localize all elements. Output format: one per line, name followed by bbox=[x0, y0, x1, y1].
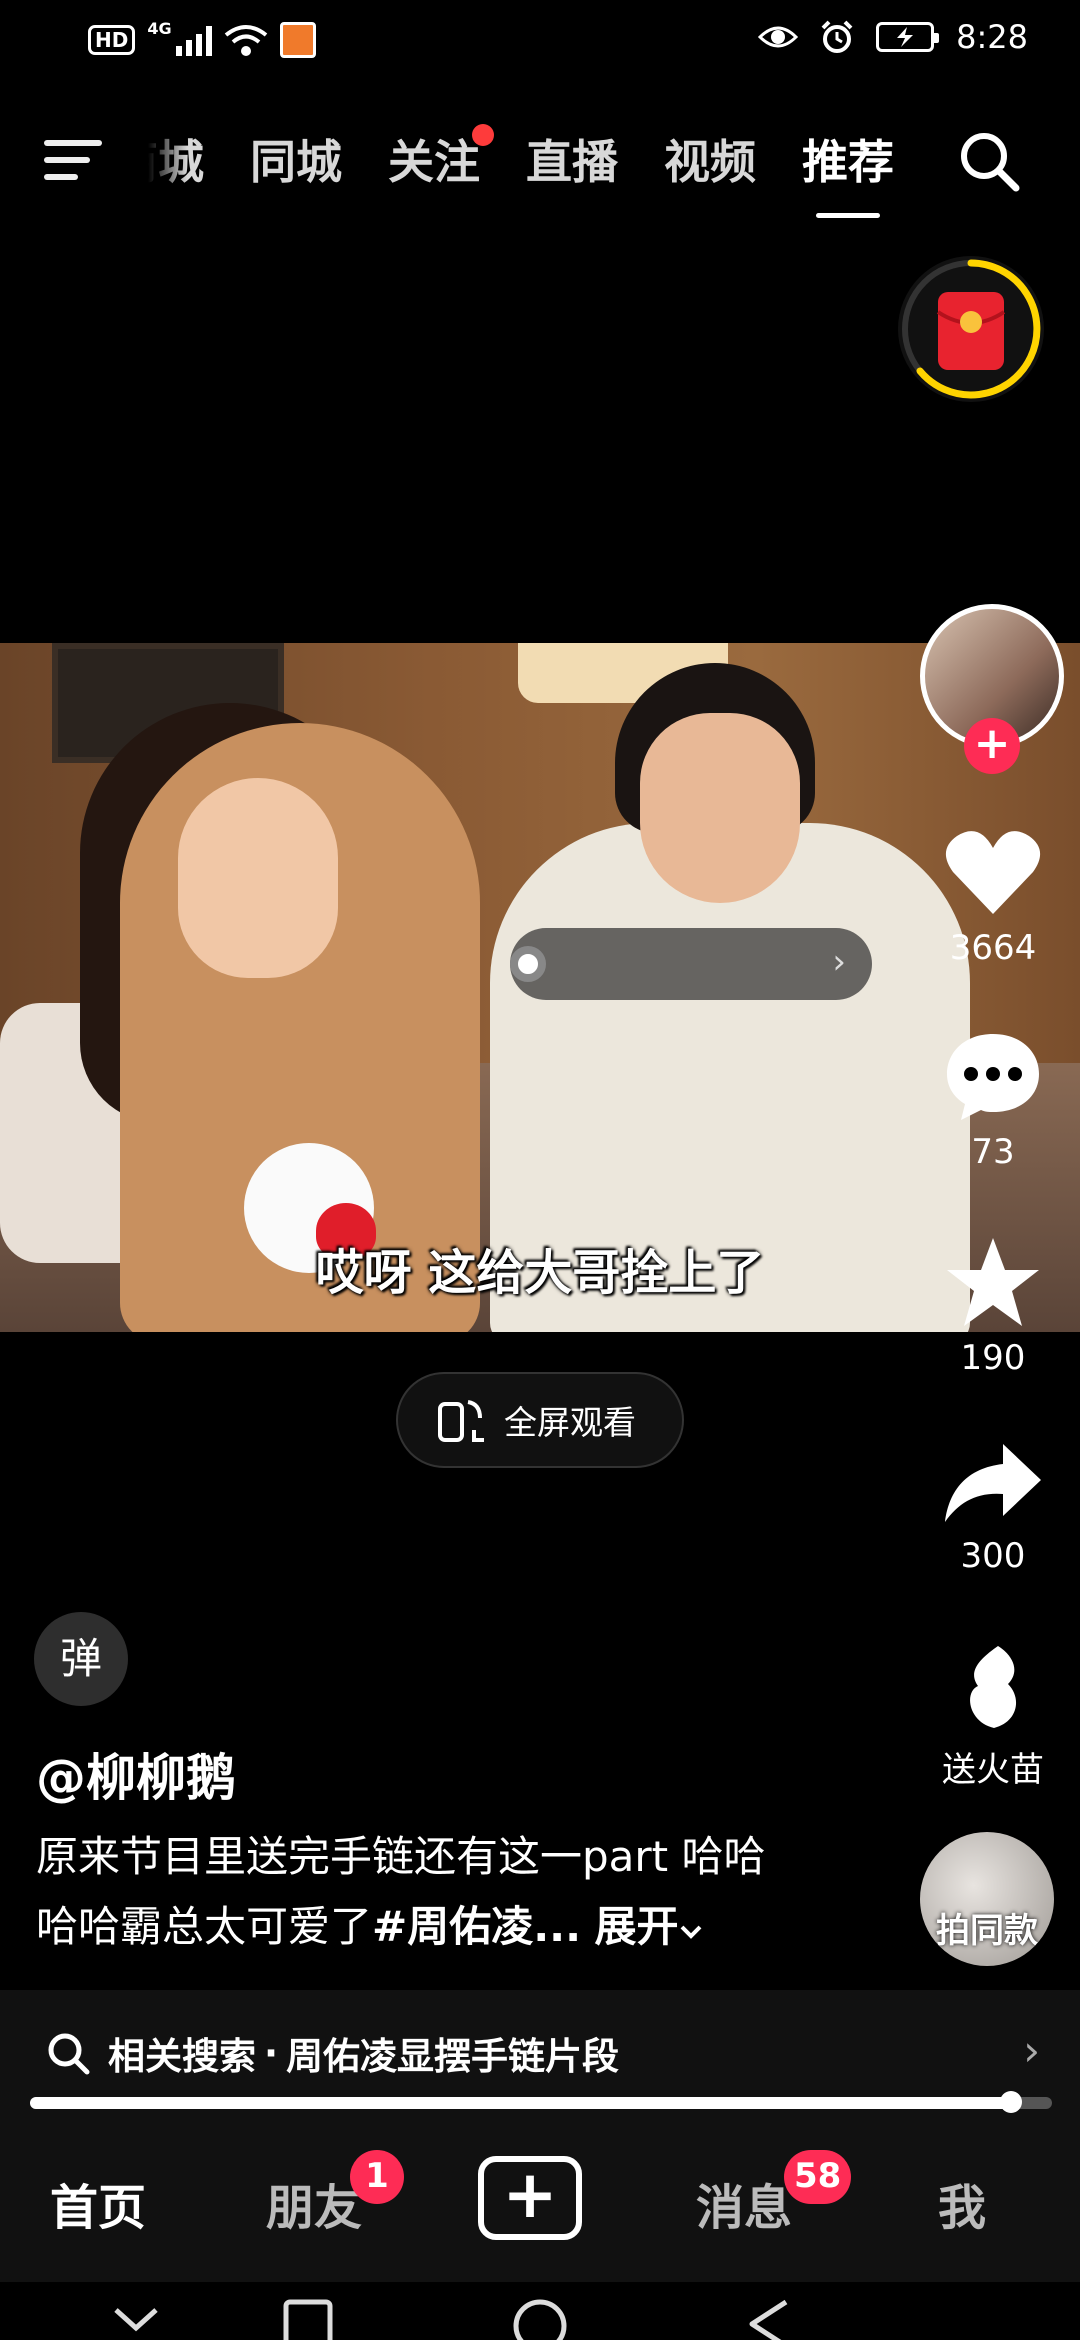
fullscreen-button[interactable]: 全屏观看 bbox=[396, 1372, 684, 1468]
comment-icon bbox=[947, 1034, 1039, 1120]
friends-badge: 1 bbox=[350, 2150, 404, 2204]
tab-live[interactable]: 直播 bbox=[526, 126, 618, 192]
messages-badge: 58 bbox=[784, 2150, 852, 2204]
related-search-separator: · bbox=[264, 2031, 279, 2075]
man-face bbox=[640, 713, 800, 903]
create-post-button[interactable]: + bbox=[478, 2156, 582, 2240]
feed-tabs: 商城 同城 关注 直播 视频 推荐 bbox=[148, 124, 894, 218]
new-content-dot bbox=[472, 124, 494, 146]
follow-button[interactable]: + bbox=[964, 718, 1020, 774]
search-icon[interactable] bbox=[956, 128, 1022, 194]
nav-friends[interactable]: 朋友 bbox=[266, 2168, 362, 2238]
chevron-down-icon bbox=[681, 1925, 702, 1939]
bottom-nav: 首页 朋友 1 + 消息 58 我 bbox=[0, 2116, 1080, 2282]
chevron-right-icon: › bbox=[832, 942, 846, 982]
record-dot-icon bbox=[510, 946, 546, 982]
tab-recommended[interactable]: 推荐 bbox=[802, 126, 894, 218]
battery-icon bbox=[876, 22, 940, 52]
rotate-screen-icon bbox=[438, 1400, 484, 1442]
eye-comfort-icon bbox=[758, 26, 799, 48]
send-flame-label: 送火苗 bbox=[942, 1750, 1044, 1790]
menu-icon[interactable] bbox=[44, 136, 104, 184]
status-bar: HD 4G 8:28 bbox=[0, 0, 1080, 84]
top-nav: 商城 同城 关注 直播 视频 推荐 bbox=[0, 108, 1080, 218]
same-style-button[interactable]: 拍同款 bbox=[920, 1832, 1054, 1966]
nav-home[interactable]: 首页 bbox=[50, 2168, 146, 2238]
progress-fill bbox=[30, 2097, 1012, 2109]
tab-video[interactable]: 视频 bbox=[664, 126, 756, 192]
share-count: 300 bbox=[960, 1536, 1026, 1576]
fullscreen-label: 全屏观看 bbox=[504, 1403, 636, 1442]
nav-me[interactable]: 我 bbox=[938, 2168, 986, 2238]
progress-knob[interactable] bbox=[1000, 2091, 1023, 2113]
heart-icon bbox=[945, 831, 1041, 914]
system-nav-bar bbox=[0, 2282, 1080, 2340]
tab-mall[interactable]: 商城 bbox=[148, 126, 204, 192]
comment-count: 73 bbox=[971, 1132, 1015, 1172]
hashtag[interactable]: #周佑凌... bbox=[372, 1902, 581, 1951]
share-button[interactable]: 300 bbox=[920, 1440, 1066, 1576]
clock: 8:28 bbox=[956, 18, 1028, 56]
same-style-label: 拍同款 bbox=[936, 1911, 1038, 1951]
send-flame-button[interactable]: 送火苗 bbox=[920, 1642, 1066, 1791]
nav-messages[interactable]: 消息 bbox=[696, 2168, 792, 2238]
tab-nearby[interactable]: 同城 bbox=[250, 126, 342, 192]
woman-face bbox=[178, 778, 338, 978]
network-type-label: 4G bbox=[147, 19, 172, 38]
danmaku-toggle[interactable]: 弹 bbox=[34, 1612, 128, 1706]
like-button[interactable]: 3664 bbox=[920, 826, 1066, 968]
red-packet-icon bbox=[902, 259, 1041, 399]
tab-following-label: 关注 bbox=[388, 135, 480, 189]
favorite-button[interactable]: 190 bbox=[920, 1236, 1066, 1378]
video-overlay-pill[interactable]: › bbox=[510, 928, 872, 1000]
like-count: 3664 bbox=[949, 928, 1037, 968]
app-notification-icon bbox=[279, 22, 316, 58]
expand-label: 展开 bbox=[594, 1902, 679, 1951]
comment-button[interactable]: 73 bbox=[920, 1030, 1066, 1172]
hide-keyboard-icon[interactable] bbox=[114, 2308, 158, 2332]
expand-link[interactable]: 展开 bbox=[594, 1902, 704, 1951]
related-search-prefix: 相关搜索 bbox=[108, 2035, 256, 2078]
author-name[interactable]: @柳柳鹅 bbox=[36, 1738, 236, 1810]
home-icon[interactable] bbox=[513, 2299, 567, 2340]
favorite-count: 190 bbox=[960, 1338, 1026, 1378]
post-description[interactable]: 原来节目里送完手链还有这一part 哈哈哈哈霸总太可爱了#周佑凌... 展开 bbox=[36, 1822, 796, 1962]
video-player[interactable]: › 哎呀 这给大哥拴上了 bbox=[0, 643, 1080, 1332]
tab-following[interactable]: 关注 bbox=[388, 124, 494, 192]
alarm-icon bbox=[821, 20, 853, 53]
chevron-right-icon: › bbox=[1023, 2026, 1040, 2075]
search-icon bbox=[48, 2033, 90, 2075]
video-subtitle: 哎呀 这给大哥拴上了 bbox=[315, 1245, 765, 1301]
recent-apps-icon[interactable] bbox=[283, 2299, 333, 2340]
cellular-signal-icon: 4G bbox=[147, 19, 212, 56]
hd-indicator: HD bbox=[88, 25, 136, 55]
back-icon[interactable] bbox=[749, 2299, 788, 2340]
flame-icon bbox=[970, 1646, 1017, 1728]
red-packet-reward-button[interactable] bbox=[898, 256, 1044, 402]
playback-progress-bar[interactable] bbox=[30, 2091, 1052, 2113]
share-arrow-icon bbox=[945, 1444, 1041, 1522]
wifi-icon bbox=[224, 25, 267, 56]
related-search-query: 周佑凌显摆手链片段 bbox=[286, 2035, 620, 2078]
star-icon bbox=[947, 1238, 1039, 1326]
